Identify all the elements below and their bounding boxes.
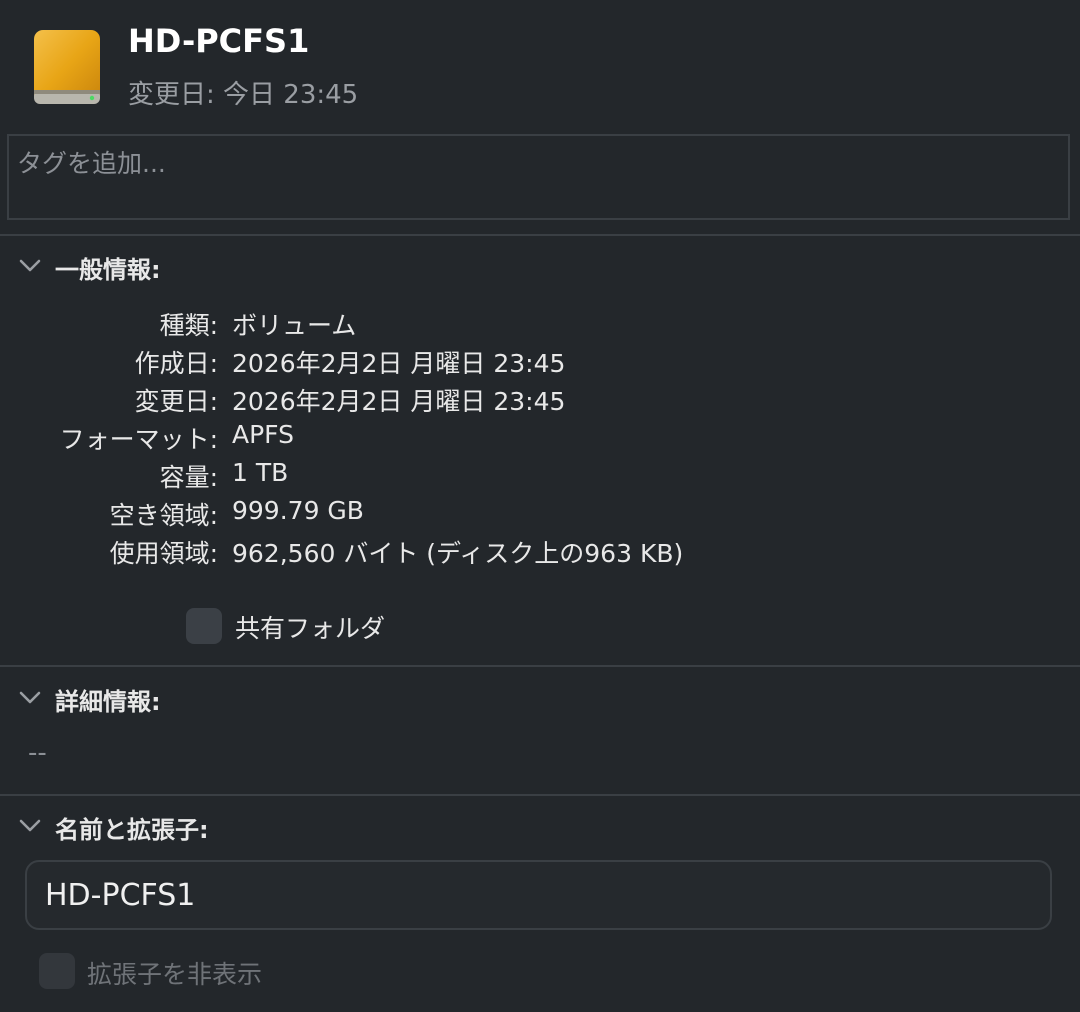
chevron-down-icon[interactable]	[18, 258, 42, 274]
divider	[0, 665, 1080, 667]
modified-date: 変更日: 今日 23:45	[128, 80, 359, 110]
chevron-down-icon[interactable]	[18, 690, 42, 706]
info-row-format: フォーマット: APFS	[0, 420, 1080, 456]
section-name-ext-header[interactable]: 名前と拡張子:	[0, 804, 1080, 848]
info-label: 変更日:	[134, 387, 218, 416]
hide-extension-label: 拡張子を非表示	[87, 960, 263, 989]
volume-title: HD-PCFS1	[128, 22, 310, 60]
info-value: 2026年2月2日 月曜日 23:45	[232, 349, 566, 378]
info-window: HD-PCFS1 変更日: 今日 23:45 タグを追加... 一般情報: 種類…	[0, 0, 1080, 1012]
info-value: 999.79 GB	[232, 496, 364, 525]
tag-placeholder: タグを追加...	[17, 149, 166, 178]
section-more-info-header[interactable]: 詳細情報:	[0, 676, 1080, 720]
name-field-value: HD-PCFS1	[45, 878, 196, 913]
name-field[interactable]: HD-PCFS1	[25, 860, 1052, 930]
more-info-value: --	[28, 738, 47, 768]
divider	[0, 794, 1080, 796]
section-general-header[interactable]: 一般情報:	[0, 244, 1080, 288]
info-value: 1 TB	[232, 458, 289, 487]
shared-folder-label: 共有フォルダ	[235, 614, 386, 643]
info-row-available: 空き領域: 999.79 GB	[0, 496, 1080, 532]
shared-folder-checkbox[interactable]	[186, 608, 222, 644]
divider	[0, 234, 1080, 236]
info-label: 空き領域:	[109, 501, 218, 530]
info-row-used: 使用領域: 962,560 バイト (ディスク上の963 KB)	[0, 534, 1080, 570]
info-label: 使用領域:	[109, 539, 218, 568]
info-label: 容量:	[159, 463, 218, 492]
info-row-capacity: 容量: 1 TB	[0, 458, 1080, 494]
section-general-title: 一般情報:	[55, 256, 161, 284]
hide-extension-checkbox[interactable]	[39, 953, 75, 989]
info-value: 2026年2月2日 月曜日 23:45	[232, 387, 566, 416]
tag-input[interactable]: タグを追加...	[7, 134, 1070, 220]
info-header: HD-PCFS1 変更日: 今日 23:45	[0, 0, 1080, 132]
info-label: 種類:	[159, 311, 218, 340]
section-more-info-title: 詳細情報:	[55, 688, 161, 716]
external-drive-icon	[34, 30, 100, 104]
info-row-created: 作成日: 2026年2月2日 月曜日 23:45	[0, 344, 1080, 380]
info-value: ボリューム	[232, 311, 357, 340]
info-value: 962,560 バイト (ディスク上の963 KB)	[232, 539, 684, 568]
chevron-down-icon[interactable]	[18, 818, 42, 834]
info-row-kind: 種類: ボリューム	[0, 306, 1080, 342]
info-label: 作成日:	[134, 349, 218, 378]
info-value: APFS	[232, 420, 294, 449]
section-name-ext-title: 名前と拡張子:	[55, 816, 209, 844]
info-label: フォーマット:	[59, 425, 218, 454]
info-row-modified: 変更日: 2026年2月2日 月曜日 23:45	[0, 382, 1080, 418]
